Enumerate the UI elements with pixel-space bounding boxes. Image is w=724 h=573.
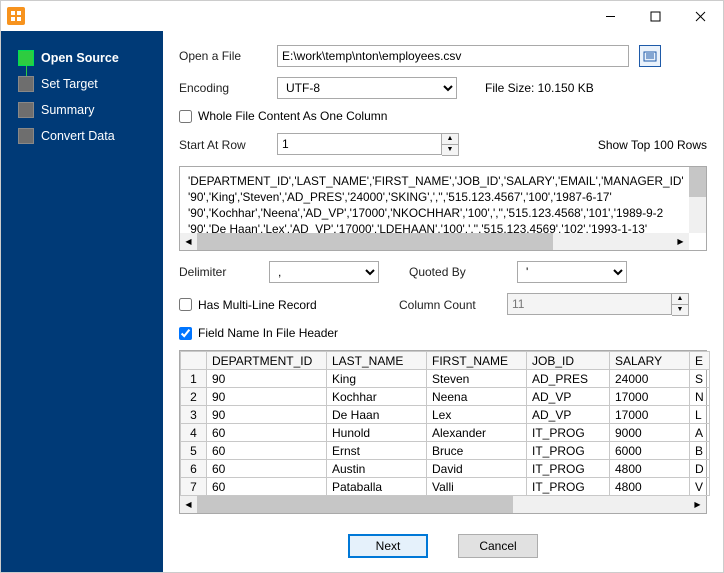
quoted-by-select[interactable]: ': [517, 261, 627, 283]
next-button[interactable]: Next: [348, 534, 428, 558]
column-count-spinner[interactable]: ▲▼: [507, 293, 617, 316]
table-row[interactable]: 290KochharNeenaAD_VP17000N: [181, 388, 710, 406]
wizard-sidebar: Open Source Set Target Summary Convert D…: [1, 31, 163, 572]
sidebar-item-set-target[interactable]: Set Target: [1, 71, 163, 97]
start-row-spinner[interactable]: ▲▼: [277, 133, 357, 156]
step-indicator-icon: [19, 129, 33, 143]
sidebar-item-open-source[interactable]: Open Source: [1, 45, 163, 71]
app-icon: [7, 7, 25, 25]
col-header[interactable]: SALARY: [610, 352, 690, 370]
table-row[interactable]: 660AustinDavidIT_PROG4800D: [181, 460, 710, 478]
step-indicator-icon: [19, 51, 33, 65]
step-label: Summary: [41, 103, 94, 117]
col-header[interactable]: JOB_ID: [527, 352, 610, 370]
table-row[interactable]: 190KingStevenAD_PRES24000S: [181, 370, 710, 388]
open-file-label: Open a File: [179, 49, 267, 63]
data-grid: DEPARTMENT_ID LAST_NAME FIRST_NAME JOB_I…: [179, 350, 707, 514]
step-label: Convert Data: [41, 129, 115, 143]
field-header-checkbox[interactable]: Field Name In File Header: [179, 326, 707, 340]
table-row[interactable]: 390De HaanLexAD_VP17000L: [181, 406, 710, 424]
cancel-button[interactable]: Cancel: [458, 534, 538, 558]
browse-button[interactable]: [639, 45, 661, 67]
sidebar-item-summary[interactable]: Summary: [1, 97, 163, 123]
quoted-by-label: Quoted By: [409, 265, 507, 279]
minimize-button[interactable]: [588, 1, 633, 31]
file-size-label: File Size: 10.150 KB: [485, 81, 594, 95]
multiline-checkbox[interactable]: Has Multi-Line Record: [179, 298, 369, 312]
file-preview: 'DEPARTMENT_ID','LAST_NAME','FIRST_NAME'…: [179, 166, 707, 251]
step-label: Open Source: [41, 51, 119, 65]
sidebar-item-convert-data[interactable]: Convert Data: [1, 123, 163, 149]
table-row[interactable]: 560ErnstBruceIT_PROG6000B: [181, 442, 710, 460]
start-row-label: Start At Row: [179, 138, 267, 152]
show-top-rows-label: Show Top 100 Rows: [598, 138, 707, 152]
delimiter-select[interactable]: ,: [269, 261, 379, 283]
maximize-button[interactable]: [633, 1, 678, 31]
file-path-input[interactable]: [277, 45, 629, 67]
step-indicator-icon: [19, 103, 33, 117]
column-count-input[interactable]: [507, 293, 672, 315]
col-header[interactable]: FIRST_NAME: [427, 352, 527, 370]
col-header[interactable]: LAST_NAME: [327, 352, 427, 370]
step-indicator-icon: [19, 77, 33, 91]
close-button[interactable]: [678, 1, 723, 31]
grid-hscrollbar[interactable]: ◀▶: [180, 496, 706, 513]
spin-up-icon[interactable]: ▲: [442, 134, 458, 145]
col-header[interactable]: E: [690, 352, 710, 370]
spin-down-icon[interactable]: ▼: [672, 305, 688, 316]
encoding-label: Encoding: [179, 81, 267, 95]
preview-vscrollbar[interactable]: [689, 167, 706, 233]
field-header-checkbox-input[interactable]: [179, 327, 192, 340]
start-row-input[interactable]: [277, 133, 442, 155]
col-header[interactable]: DEPARTMENT_ID: [207, 352, 327, 370]
encoding-select[interactable]: UTF-8: [277, 77, 457, 99]
delimiter-label: Delimiter: [179, 265, 253, 279]
spin-up-icon[interactable]: ▲: [672, 294, 688, 305]
whole-file-checkbox-input[interactable]: [179, 110, 192, 123]
column-count-label: Column Count: [399, 298, 497, 312]
spin-down-icon[interactable]: ▼: [442, 145, 458, 156]
preview-hscrollbar[interactable]: ◀▶: [180, 233, 689, 250]
step-label: Set Target: [41, 77, 98, 91]
title-bar: [1, 1, 723, 31]
table-header-row: DEPARTMENT_ID LAST_NAME FIRST_NAME JOB_I…: [181, 352, 710, 370]
table-row[interactable]: 760PataballaValliIT_PROG4800V: [181, 478, 710, 496]
whole-file-checkbox[interactable]: Whole File Content As One Column: [179, 109, 707, 123]
table-row[interactable]: 460HunoldAlexanderIT_PROG9000A: [181, 424, 710, 442]
multiline-checkbox-input[interactable]: [179, 298, 192, 311]
